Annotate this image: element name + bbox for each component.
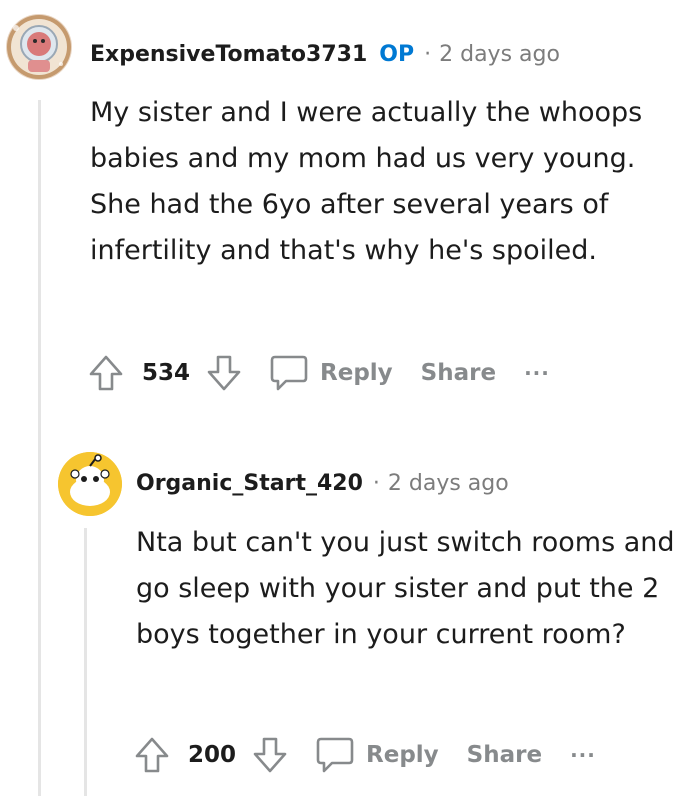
comment-body: Nta but can't you just switch rooms and …	[136, 520, 681, 658]
reply-button[interactable]: Reply	[320, 360, 393, 386]
arrow-down-icon[interactable]	[202, 354, 246, 392]
comment-actions: 534 Reply Share ···	[84, 350, 550, 396]
arrow-up-icon[interactable]	[84, 354, 128, 392]
timestamp[interactable]: 2 days ago	[388, 471, 509, 496]
arrow-up-icon[interactable]	[130, 736, 174, 774]
speech-bubble-icon[interactable]	[310, 735, 360, 775]
user-avatar[interactable]	[58, 452, 122, 516]
comment-meta: Organic_Start_420 · 2 days ago	[136, 467, 509, 499]
astronaut-avatar-icon	[7, 15, 71, 79]
thread-line[interactable]	[38, 100, 41, 796]
share-button[interactable]: Share	[467, 742, 542, 768]
reply-button[interactable]: Reply	[366, 742, 439, 768]
author-name[interactable]: ExpensiveTomato3731	[90, 42, 367, 67]
author-name[interactable]: Organic_Start_420	[136, 471, 363, 496]
speech-bubble-icon[interactable]	[264, 353, 314, 393]
arrow-down-icon[interactable]	[248, 736, 292, 774]
separator-dot: ·	[424, 41, 432, 67]
share-button[interactable]: Share	[421, 360, 496, 386]
comment-text: My sister and I were actually the whoops…	[90, 97, 643, 266]
vote-score: 534	[142, 360, 191, 386]
thread-line[interactable]	[84, 528, 87, 796]
comment-body: My sister and I were actually the whoops…	[90, 90, 650, 274]
op-badge: OP	[379, 41, 415, 67]
comment-text: Nta but can't you just switch rooms and …	[136, 527, 675, 650]
comment-actions: 200 Reply Share ···	[130, 732, 596, 778]
comment-meta: ExpensiveTomato3731 OP · 2 days ago	[90, 38, 560, 70]
user-avatar[interactable]	[6, 14, 72, 80]
timestamp[interactable]: 2 days ago	[439, 42, 560, 67]
separator-dot: ·	[372, 470, 380, 496]
snoo-avatar-icon	[58, 452, 122, 516]
vote-score: 200	[188, 742, 237, 768]
ellipsis-icon[interactable]: ···	[570, 743, 596, 767]
ellipsis-icon[interactable]: ···	[524, 361, 550, 385]
